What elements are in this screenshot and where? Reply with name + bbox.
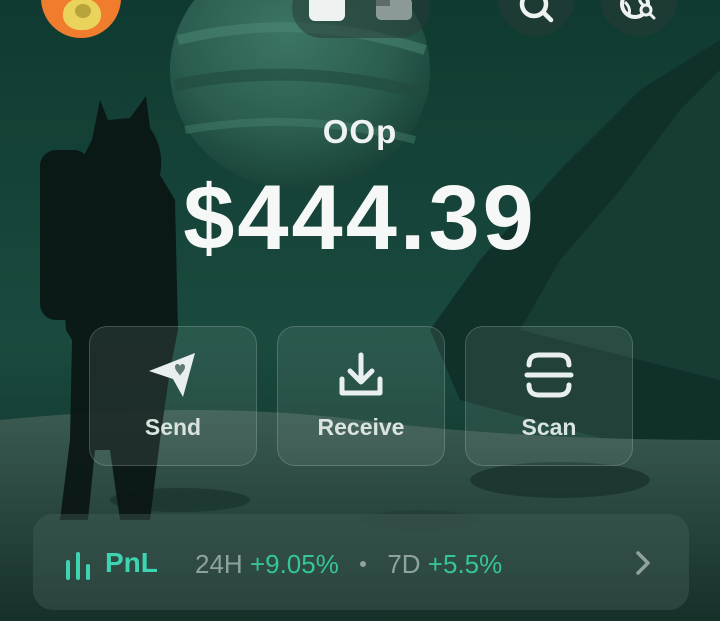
bar-chart-icon <box>66 552 90 580</box>
pnl-change-7d: +5.5% <box>427 549 503 579</box>
pnl-stats: 24H +9.05% 7D +5.5% <box>195 549 502 580</box>
globe-search-icon <box>620 0 656 20</box>
pnl-summary-bar[interactable]: PnL 24H +9.05% 7D +5.5% <box>33 514 689 610</box>
balance-amount: $444.39 <box>183 167 537 269</box>
avatar-coin-detail <box>75 4 91 18</box>
grid-view-icon[interactable] <box>309 0 345 21</box>
pnl-change-24h: +9.05% <box>249 549 339 579</box>
send-arrow-icon <box>149 353 195 397</box>
token-name: OOp <box>322 113 398 150</box>
pnl-title: PnL <box>105 547 158 578</box>
separator-dot <box>360 560 367 567</box>
pnl-period-7d: 7D <box>387 549 421 579</box>
send-button[interactable]: Send <box>89 326 257 466</box>
send-label: Send <box>144 414 202 440</box>
scan-button[interactable]: Scan <box>465 326 633 466</box>
list-view-icon[interactable] <box>376 0 412 20</box>
scan-label: Scan <box>521 414 577 440</box>
download-tray-icon <box>339 352 383 396</box>
scan-frame-icon <box>524 352 574 398</box>
search-icon <box>519 0 554 23</box>
view-toggle[interactable] <box>292 0 430 38</box>
receive-label: Receive <box>317 414 405 440</box>
chevron-right-icon[interactable] <box>635 550 651 576</box>
receive-button[interactable]: Receive <box>277 326 445 466</box>
pnl-period-24h: 24H <box>195 549 243 579</box>
